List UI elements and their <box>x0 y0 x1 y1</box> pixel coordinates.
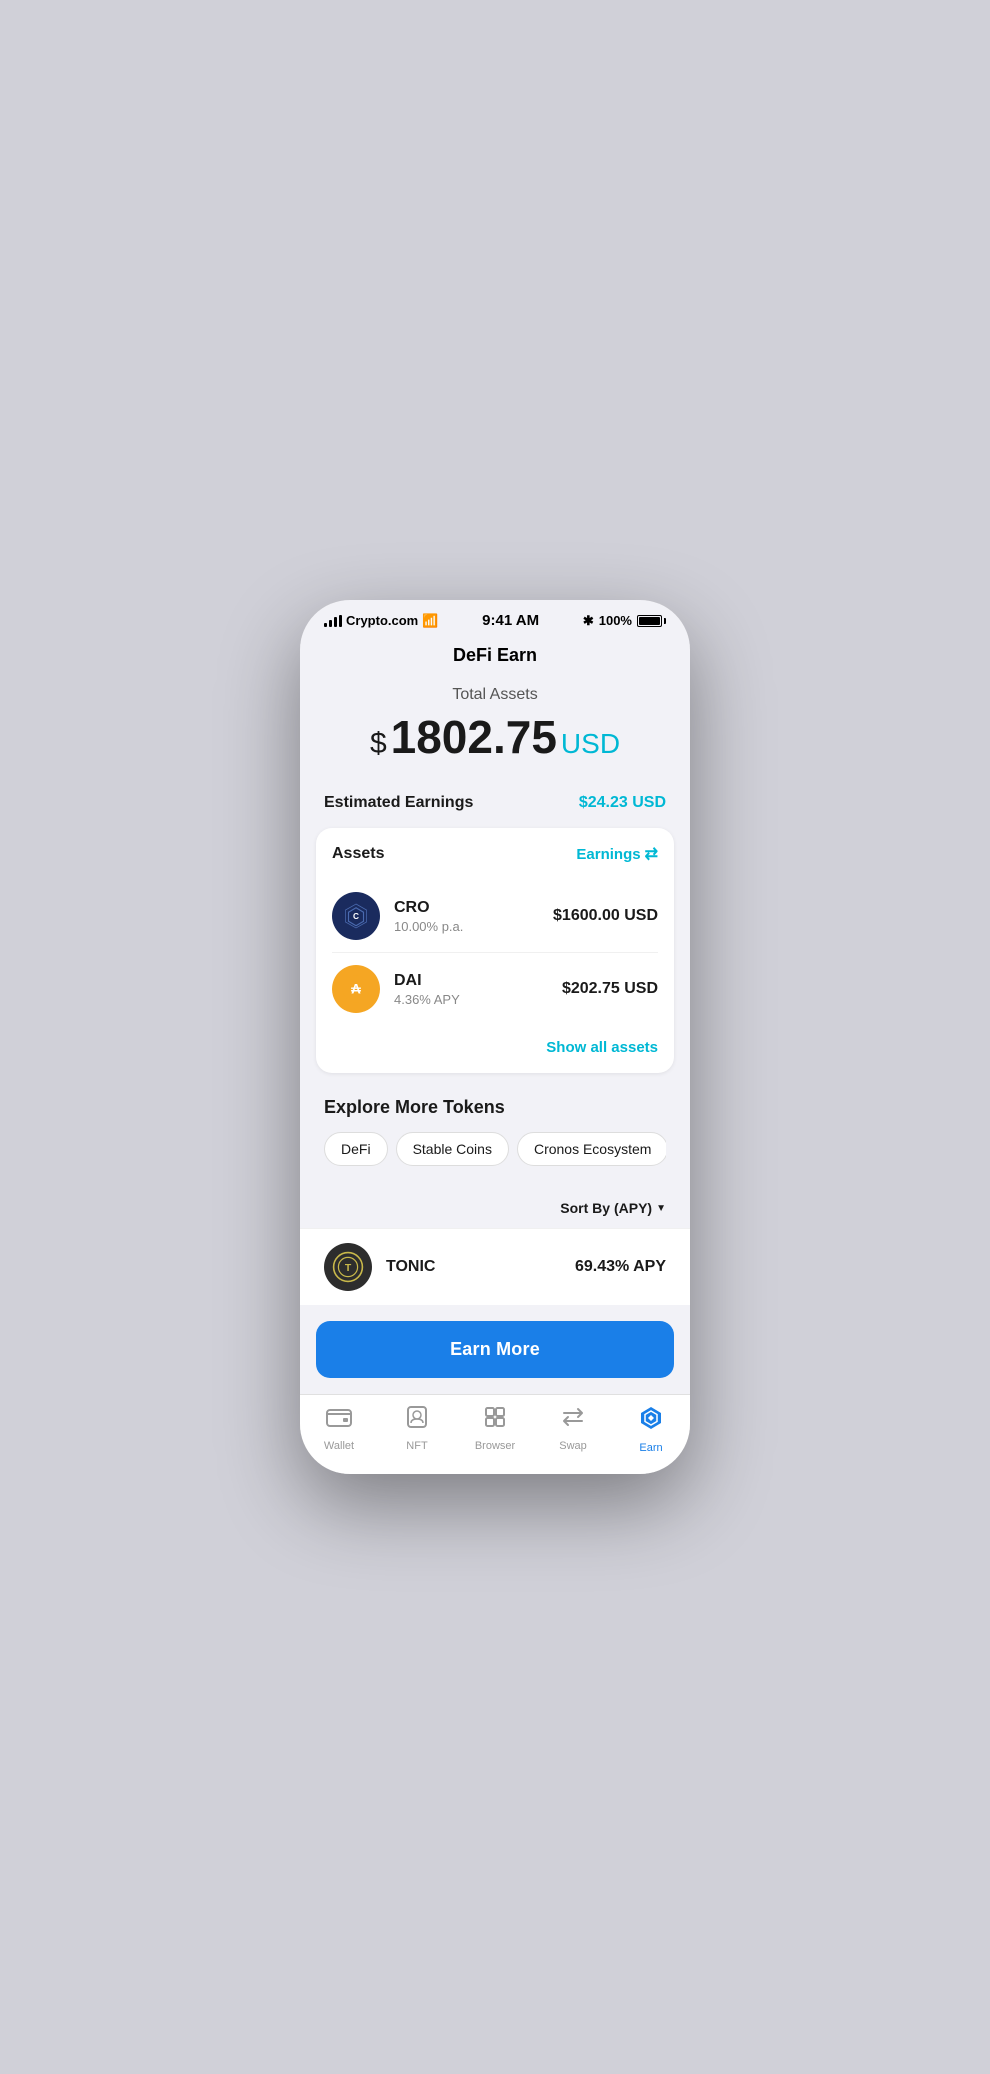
bluetooth-icon: ✱ <box>583 613 594 629</box>
estimated-earnings-label: Estimated Earnings <box>324 794 473 812</box>
total-assets-currency: USD <box>561 728 620 760</box>
page-title: DeFi Earn <box>300 635 690 686</box>
cro-value: $1600.00 USD <box>553 907 658 925</box>
earn-nav-icon <box>638 1405 664 1438</box>
cro-icon: C <box>332 892 380 940</box>
explore-title: Explore More Tokens <box>324 1097 666 1118</box>
browser-nav-label: Browser <box>475 1440 515 1452</box>
dai-value: $202.75 USD <box>562 980 658 998</box>
total-assets-amount: $ 1802.75 USD <box>320 710 670 764</box>
estimated-earnings-value: $24.23 USD <box>579 794 666 812</box>
cro-rate: 10.00% p.a. <box>394 919 553 934</box>
cro-name: CRO <box>394 899 553 917</box>
total-assets-number: 1802.75 <box>391 710 557 764</box>
dai-icon: ₳ <box>332 965 380 1013</box>
nav-item-browser[interactable]: Browser <box>456 1405 534 1454</box>
dai-asset-info: DAI 4.36% APY <box>394 972 562 1007</box>
filter-tab-defi[interactable]: DeFi <box>324 1132 388 1166</box>
wallet-icon <box>326 1405 352 1436</box>
show-all-assets-link[interactable]: Show all assets <box>546 1039 658 1056</box>
nav-item-earn[interactable]: Earn <box>612 1405 690 1454</box>
scroll-content: DeFi Earn Total Assets $ 1802.75 USD Est… <box>300 635 690 1394</box>
assets-title: Assets <box>332 845 384 863</box>
total-assets-section: Total Assets $ 1802.75 USD <box>300 686 690 794</box>
tonic-name: TONIC <box>386 1258 575 1276</box>
svg-text:C: C <box>353 912 359 921</box>
phone-frame: Crypto.com 📶 9:41 AM ✱ 100% DeFi Earn To… <box>300 600 690 1474</box>
browser-icon <box>483 1405 507 1436</box>
battery-icon <box>637 615 666 627</box>
sort-arrow-icon: ▼ <box>656 1203 666 1214</box>
assets-card-header: Assets Earnings ⇄ <box>332 844 658 864</box>
dai-rate: 4.36% APY <box>394 992 562 1007</box>
explore-section: Explore More Tokens DeFi Stable Coins Cr… <box>300 1097 690 1200</box>
dai-name: DAI <box>394 972 562 990</box>
swap-icon: ⇄ <box>645 844 658 864</box>
wallet-nav-label: Wallet <box>324 1440 354 1452</box>
swap-nav-label: Swap <box>559 1440 587 1452</box>
earn-nav-label: Earn <box>639 1442 662 1454</box>
estimated-earnings: Estimated Earnings $24.23 USD <box>300 794 690 828</box>
svg-text:₳: ₳ <box>351 982 361 997</box>
nav-item-swap[interactable]: Swap <box>534 1405 612 1454</box>
svg-text:T: T <box>345 1263 352 1274</box>
swap-nav-icon <box>560 1405 586 1436</box>
nft-nav-label: NFT <box>406 1440 427 1452</box>
nft-icon <box>405 1405 429 1436</box>
nav-item-wallet[interactable]: Wallet <box>300 1405 378 1454</box>
status-left: Crypto.com 📶 <box>324 613 438 629</box>
token-row-tonic[interactable]: T TONIC 69.43% APY <box>300 1228 690 1305</box>
asset-row-dai[interactable]: ₳ DAI 4.36% APY $202.75 USD <box>332 952 658 1025</box>
cro-asset-info: CRO 10.00% p.a. <box>394 899 553 934</box>
nav-item-nft[interactable]: NFT <box>378 1405 456 1454</box>
sort-label: Sort By (APY) <box>560 1200 652 1216</box>
assets-card: Assets Earnings ⇄ C CRO 10.00% p. <box>316 828 674 1073</box>
dollar-sign: $ <box>370 727 387 761</box>
filter-tab-cronos[interactable]: Cronos Ecosystem <box>517 1132 666 1166</box>
earnings-toggle-label: Earnings <box>576 846 640 863</box>
filter-tab-stablecoins[interactable]: Stable Coins <box>396 1132 509 1166</box>
carrier-name: Crypto.com <box>346 613 418 628</box>
battery-percent: 100% <box>599 613 632 628</box>
show-all-assets: Show all assets <box>332 1025 658 1057</box>
status-right: ✱ 100% <box>583 613 666 629</box>
earn-more-button[interactable]: Earn More <box>316 1321 674 1378</box>
bottom-nav: Wallet NFT Browser <box>300 1394 690 1474</box>
asset-row-cro[interactable]: C CRO 10.00% p.a. $1600.00 USD <box>332 880 658 952</box>
status-time: 9:41 AM <box>482 612 539 629</box>
signal-icon <box>324 615 342 627</box>
sort-button[interactable]: Sort By (APY) ▼ <box>560 1200 666 1216</box>
total-assets-label: Total Assets <box>320 686 670 704</box>
tonic-apy: 69.43% APY <box>575 1258 666 1276</box>
wifi-icon: 📶 <box>422 613 438 629</box>
tonic-icon: T <box>324 1243 372 1291</box>
earnings-toggle-button[interactable]: Earnings ⇄ <box>576 844 658 864</box>
status-bar: Crypto.com 📶 9:41 AM ✱ 100% <box>300 600 690 635</box>
sort-row: Sort By (APY) ▼ <box>300 1200 690 1228</box>
filter-tabs: DeFi Stable Coins Cronos Ecosystem DE <box>324 1132 666 1170</box>
